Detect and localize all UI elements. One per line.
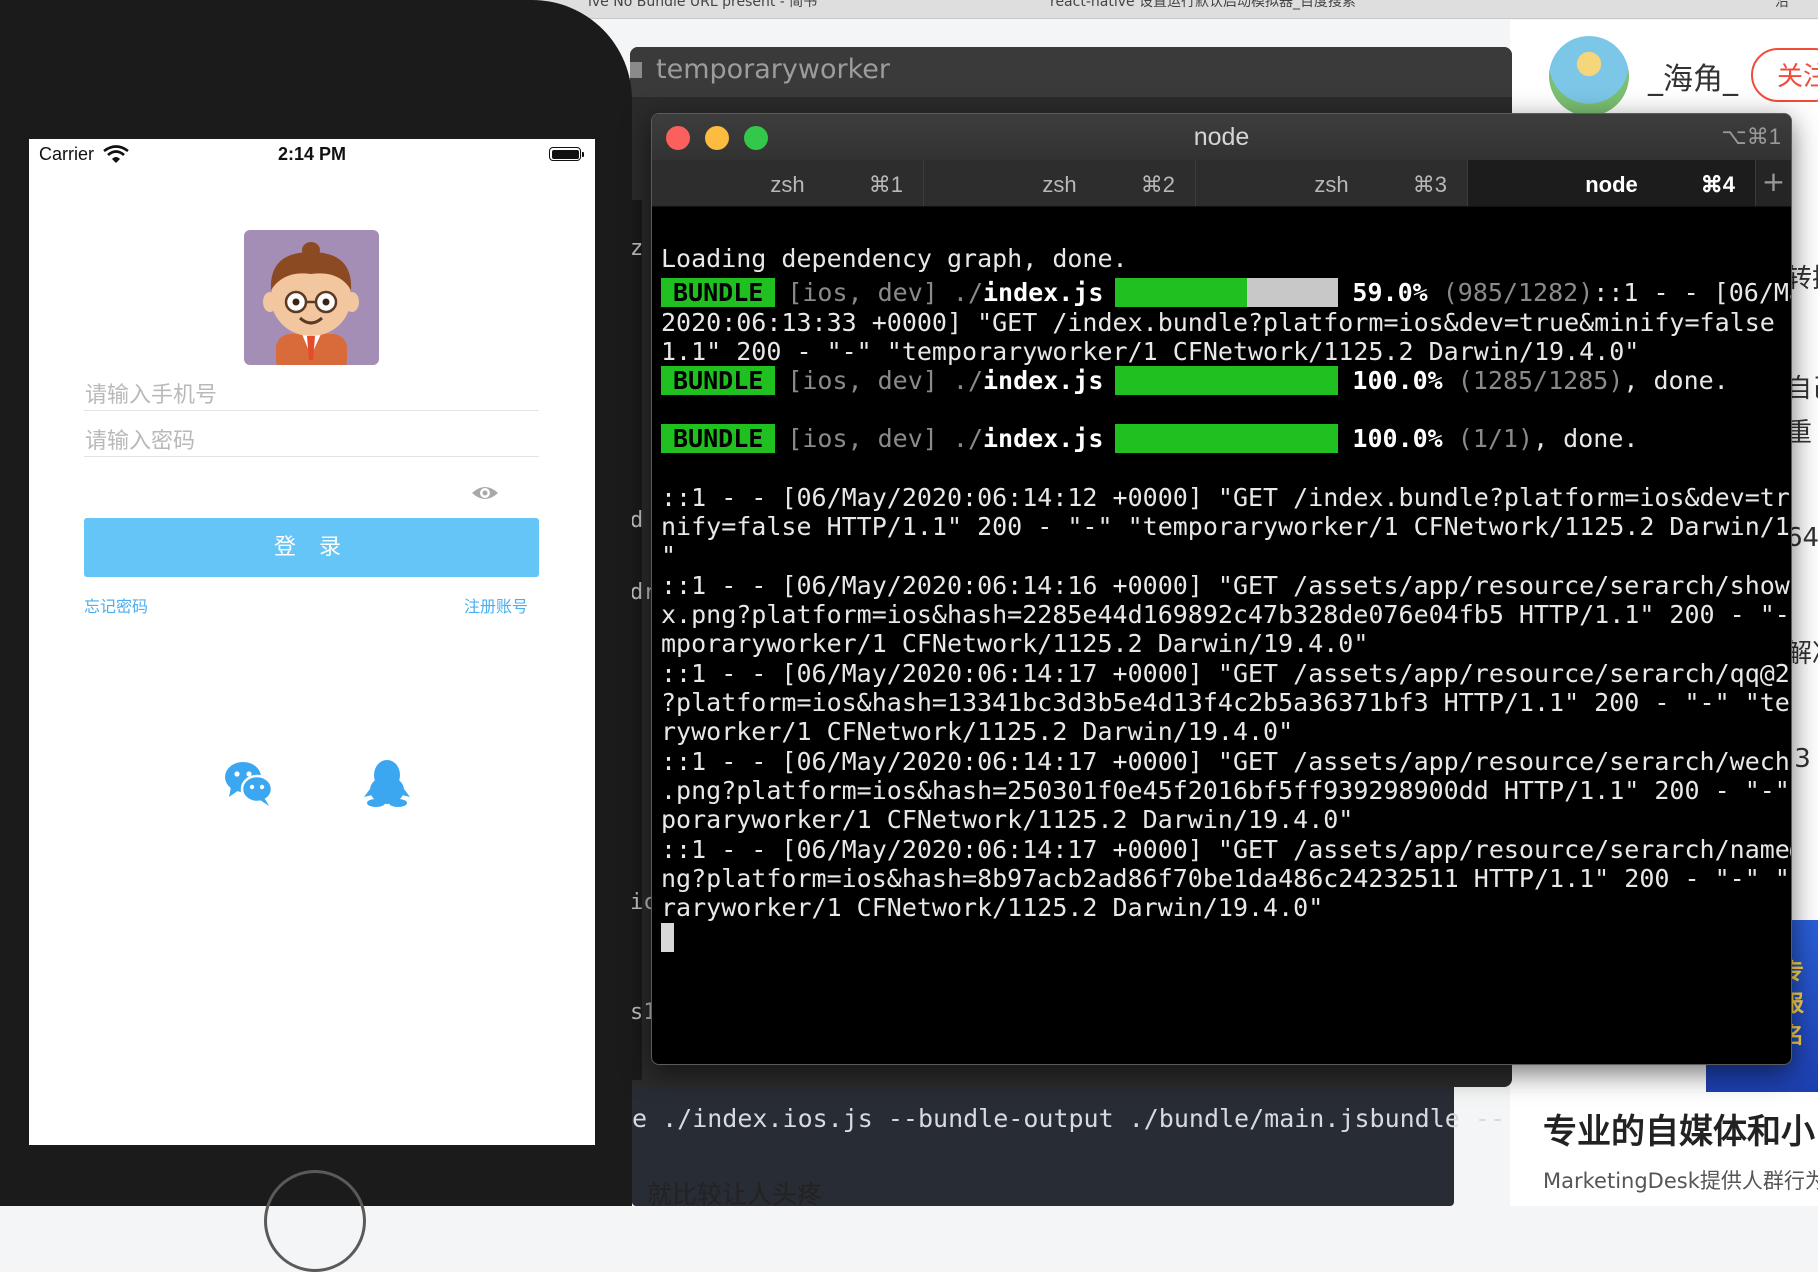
terminal-line: poraryworker/1 CFNetwork/1125.2 Darwin/1… [661,805,1354,834]
bundle-percent: 59.0% [1352,278,1428,307]
bundle-platform: [ios, dev] [787,278,938,307]
phone-placeholder: 请输入手机号 [85,383,218,408]
terminal-line: Loading dependency graph, done. [661,244,1128,273]
bundle-count: (985/1282) [1442,278,1594,307]
bundle-tail: , done. [1623,366,1729,395]
progress-bar [1115,278,1339,307]
bundle-path-prefix: ./ [952,424,983,453]
terminal-line: .png?platform=ios&hash=250301f0e45f2016b… [661,776,1792,805]
bundle-tail: , done. [1533,424,1639,453]
progress-fill [1115,424,1339,453]
browser-tab[interactable]: ive No Bundle URL present - 简书 [588,0,918,18]
status-time: 2:14 PM [277,144,347,164]
bundle-platform: [ios, dev] [787,366,938,395]
progress-bar [1115,424,1339,453]
background-terminal-title: temporaryworker [656,54,890,85]
progress-bar [1115,366,1339,395]
progress-fill [1115,278,1247,307]
qq-icon[interactable] [361,759,413,807]
terminal-line: mporaryworker/1 CFNetwork/1125.2 Darwin/… [661,629,1369,658]
terminal-title: node [1193,123,1250,151]
tab-zsh-2[interactable]: zsh ⌘2 [924,160,1196,206]
bundle-file: index.js [983,424,1104,453]
wechat-icon[interactable] [223,759,275,807]
author-name[interactable]: _海角_ [1648,54,1738,98]
password-field[interactable]: 请输入密码 [84,420,539,457]
terminal-line: nify=false HTTP/1.1" 200 - "-" "temporar… [661,512,1792,541]
terminal-cursor [661,923,674,952]
tab-zsh-1[interactable]: zsh ⌘1 [652,160,924,206]
home-button[interactable] [264,1170,366,1272]
battery-icon [549,147,584,161]
new-tab-button[interactable]: + [1756,160,1791,206]
terminal-line: ng?platform=ios&hash=8b97acb2ad86f70be1d… [661,864,1792,893]
bundle-path-prefix: ./ [952,366,983,395]
show-password-eye-icon[interactable] [470,483,500,503]
bundle-progress-line: BUNDLE [ios, dev] ./index.js 100.0% (1/1),… [661,424,1638,453]
avatar-illustration [263,242,359,365]
tab-zsh-3[interactable]: zsh ⌘3 [1196,160,1468,206]
terminal-line: ::1 - - [06/May/2020:06:14:12 +0000] "GE… [661,483,1792,512]
login-button[interactable]: 登 录 [84,518,539,577]
ios-simulator: Carrier 2:14 PM 请输入手机号 请输入密码 登 录 忘记密码 注册… [0,0,632,1272]
terminal-titlebar[interactable]: node ⌥⌘1 [652,114,1791,160]
bundle-file: index.js [983,278,1104,307]
follow-button[interactable]: 关注 [1751,48,1818,102]
user-avatar [244,230,379,365]
terminal-line: " [661,541,677,570]
bundle-tail: ::1 - - [06/May/ [1593,278,1791,307]
tab-shortcut: ⌘3 [1412,172,1447,197]
terminal-line: ryworker/1 CFNetwork/1125.2 Darwin/19.4.… [661,717,1294,746]
tab-shortcut: ⌘4 [1700,172,1735,197]
bundle-count: (1/1) [1457,424,1534,453]
author-avatar[interactable] [1549,36,1629,116]
bundle-path-prefix: ./ [952,278,983,307]
terminal-line: ::1 - - [06/May/2020:06:14:17 +0000] "GE… [661,747,1792,776]
register-link[interactable]: 注册账号 [464,593,528,617]
status-bar: Carrier 2:14 PM [29,139,595,179]
bundle-badge: BUNDLE [661,366,776,395]
phone-field[interactable]: 请输入手机号 [84,374,539,411]
browser-tab[interactable]: react-native 设置运行默认启动模拟器_百度搜索 [1050,0,1480,18]
bundle-badge: BUNDLE [661,424,776,453]
terminal-line: ::1 - - [06/May/2020:06:14:17 +0000] "GE… [661,659,1792,688]
tab-node[interactable]: node ⌘4 [1468,160,1756,206]
terminal-line: 2020:06:13:33 +0000] "GET /index.bundle?… [661,308,1792,337]
tab-shortcut: ⌘1 [868,172,903,197]
tab-shortcut: ⌘2 [1140,172,1175,197]
blog-text: MarketingDesk提供人群行为 [1543,1169,1818,1193]
bundle-file: index.js [983,366,1104,395]
app-screen: Carrier 2:14 PM 请输入手机号 请输入密码 登 录 忘记密码 注册… [29,139,595,1145]
terminal-line: ?platform=ios&hash=13341bc3d3b5e4d13f4c2… [661,688,1792,717]
blog-heading[interactable]: 专业的自媒体和小 [1543,1104,1815,1153]
bundle-percent: 100.0% [1352,366,1443,395]
bundle-platform: [ios, dev] [787,424,938,453]
forgot-password-link[interactable]: 忘记密码 [84,593,148,617]
bundle-count: (1285/1285) [1457,366,1624,395]
terminal-line: raryworker/1 CFNetwork/1125.2 Darwin/19.… [661,893,1324,922]
terminal-line: ::1 - - [06/May/2020:06:14:17 +0000] "GE… [661,835,1792,864]
bundle-percent: 100.0% [1352,424,1443,453]
terminal-line: ::1 - - [06/May/2020:06:14:16 +0000] "GE… [661,571,1792,600]
folder-icon [630,62,642,78]
bundle-progress-line: BUNDLE [ios, dev] ./index.js 100.0% (1285/… [661,366,1729,395]
terminal-line: x.png?platform=ios&hash=2285e44d169892c4… [661,600,1792,629]
browser-tab[interactable]: 沿 [1775,0,1818,18]
code-line: e ./index.ios.js --bundle-output ./bundl… [632,1104,1505,1133]
terminal-tab-bar: zsh ⌘1 zsh ⌘2 zsh ⌘3 node ⌘4 + [652,160,1791,207]
bundle-progress-line: BUNDLE [ios, dev] ./index.js 59.0% (985/12… [661,278,1791,307]
progress-fill [1115,366,1339,395]
window-shortcut: ⌥⌘1 [1721,124,1781,149]
bundle-badge: BUNDLE [661,278,776,307]
terminal-window[interactable]: node ⌥⌘1 zsh ⌘1 zsh ⌘2 zsh ⌘3 node ⌘4 + … [651,113,1792,1065]
terminal-line: 1.1" 200 - "-" "temporaryworker/1 CFNetw… [661,337,1640,366]
password-placeholder: 请输入密码 [85,429,196,454]
